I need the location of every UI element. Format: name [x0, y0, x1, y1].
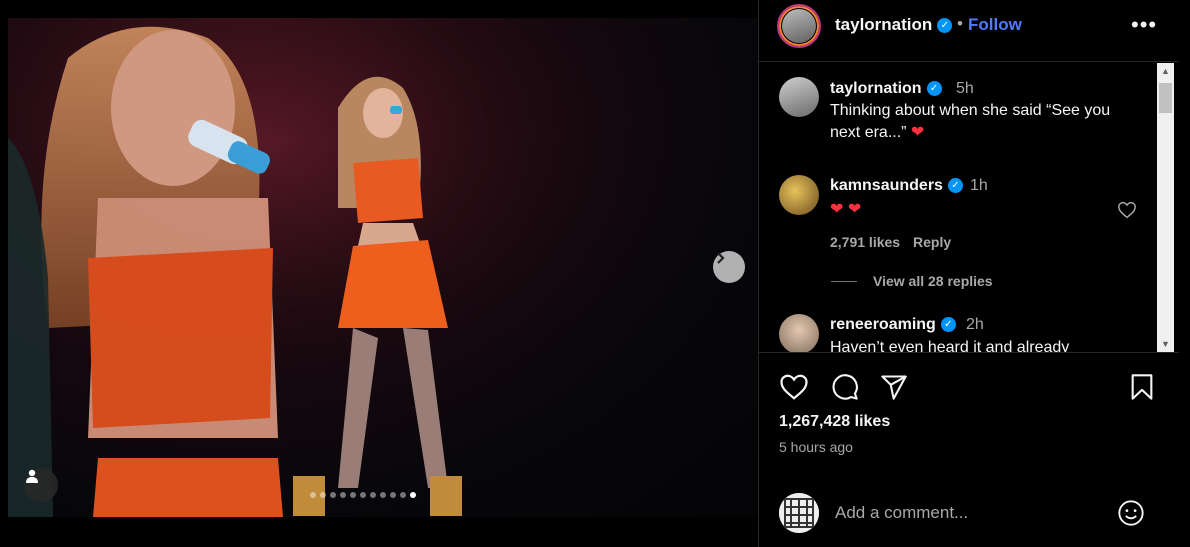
post-media[interactable] — [8, 18, 758, 517]
user-tag-button[interactable] — [24, 468, 58, 502]
more-options-icon[interactable]: ••• — [1131, 12, 1157, 38]
heart-icon[interactable] — [779, 373, 809, 401]
carousel-dot — [400, 492, 406, 498]
avatar[interactable] — [779, 77, 819, 117]
carousel-dot — [360, 492, 366, 498]
heart-emoji-icon: ❤ — [830, 201, 844, 218]
concert-photo — [8, 18, 758, 517]
author-username[interactable]: taylornation ✓ — [835, 15, 953, 35]
post-actions: 1,267,428 likes 5 hours ago — [759, 353, 1179, 473]
caption-text: Thinking about when she said “See you ne… — [830, 102, 1111, 141]
bookmark-icon[interactable] — [1129, 373, 1155, 401]
verified-badge-icon: ✓ — [940, 317, 956, 333]
chevron-right-icon — [717, 252, 725, 264]
scroll-thumb[interactable] — [1159, 83, 1172, 113]
viewer-avatar[interactable] — [779, 493, 819, 533]
comment-username[interactable]: reneeroaming ✓ — [830, 316, 956, 334]
carousel-dot — [390, 492, 396, 498]
comment-icon[interactable] — [830, 373, 860, 401]
heart-emoji-icon: ❤ — [910, 124, 925, 141]
author-avatar[interactable] — [777, 4, 821, 48]
carousel-dot — [340, 492, 346, 498]
avatar[interactable] — [779, 314, 819, 352]
carousel-dot — [370, 492, 376, 498]
post-header: taylornation ✓ • Follow ••• — [759, 0, 1179, 62]
post-sidebar: taylornation ✓ • Follow ••• taylornation ✓… — [758, 0, 1179, 547]
emoji-icon[interactable] — [1117, 499, 1145, 527]
scroll-down-arrow-icon[interactable]: ▼ — [1157, 336, 1174, 352]
send-icon[interactable] — [879, 373, 909, 401]
view-replies-link[interactable]: View all 28 replies — [831, 273, 993, 289]
scroll-up-arrow-icon[interactable]: ▲ — [1157, 63, 1174, 80]
carousel-next-button[interactable] — [713, 251, 745, 283]
avatar-image — [779, 493, 819, 533]
follow-button[interactable]: Follow — [968, 15, 1022, 35]
heart-emoji-icon: ❤ — [847, 201, 862, 218]
carousel-dot — [380, 492, 386, 498]
carousel-dot — [320, 492, 326, 498]
comment-time: 2h — [966, 316, 984, 333]
separator: • — [957, 14, 963, 33]
carousel-indicator — [310, 492, 416, 498]
verified-badge-icon: ✓ — [937, 18, 953, 34]
reply-button[interactable]: Reply — [913, 234, 951, 250]
avatar[interactable] — [779, 175, 819, 215]
view-replies-label: View all 28 replies — [873, 273, 993, 289]
carousel-dot — [410, 492, 416, 498]
comments-scrollbar[interactable]: ▲ ▼ — [1157, 63, 1174, 352]
comment-text: Haven’t even heard it and already — [830, 339, 1070, 353]
divider — [831, 280, 857, 282]
add-comment-bar — [759, 473, 1179, 547]
comment-time: 5h — [956, 80, 974, 97]
user-tag-icon — [26, 469, 38, 483]
comment-like-heart-icon[interactable] — [1117, 201, 1137, 219]
comment-input[interactable] — [835, 500, 1105, 526]
likes-count[interactable]: 1,267,428 likes — [779, 413, 890, 431]
verified-badge-icon: ✓ — [947, 178, 963, 194]
carousel-dot — [330, 492, 336, 498]
comments-list[interactable]: taylornation ✓ 5h Thinking about when she… — [759, 63, 1179, 353]
comment-time: 1h — [970, 177, 988, 194]
comment-text: ❤ ❤ — [830, 199, 861, 221]
carousel-dot — [350, 492, 356, 498]
comment-likes[interactable]: 2,791 likes — [830, 234, 900, 250]
carousel-dot — [310, 492, 316, 498]
comment-username[interactable]: taylornation ✓ — [830, 80, 942, 98]
verified-badge-icon: ✓ — [926, 81, 942, 97]
post-timestamp[interactable]: 5 hours ago — [779, 439, 853, 455]
comment-username[interactable]: kamnsaunders ✓ — [830, 177, 963, 195]
